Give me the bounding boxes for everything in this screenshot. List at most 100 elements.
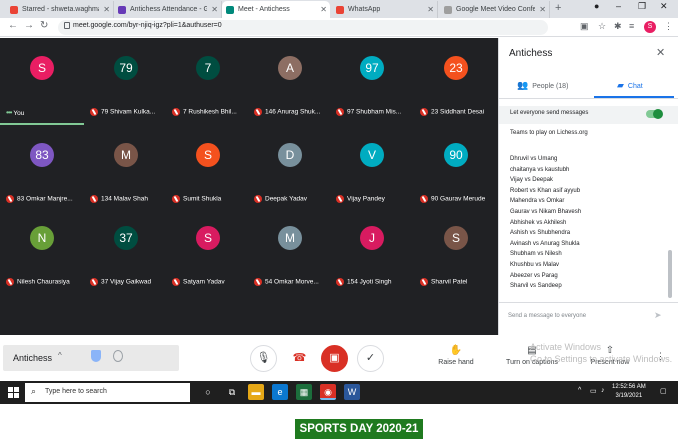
participant-name: 79 Shivam Kulka...: [101, 108, 156, 116]
match-list: Dhruvil vs Umang chaitanya vs kaustubh Vij…: [510, 154, 660, 292]
microphone-button[interactable]: 🎙: [250, 345, 277, 372]
notifications-icon[interactable]: ▢: [660, 387, 667, 395]
taskbar-clock[interactable]: 12:52:56 AM 3/19/2021: [612, 383, 646, 401]
word-icon[interactable]: W: [344, 384, 360, 400]
browser-tab-meet-video[interactable]: Google Meet Video Confere... ✕: [440, 1, 550, 18]
tab-chat[interactable]: ▰ Chat: [617, 80, 643, 91]
back-button[interactable]: ←: [8, 20, 18, 31]
raise-hand-button[interactable]: ✋ Raise hand: [436, 345, 476, 366]
mic-off-icon: [6, 195, 14, 203]
chat-line: Vijay vs Deepak: [510, 177, 553, 184]
meeting-details-chip[interactable]: Antichess ^: [3, 345, 179, 371]
participant-tile[interactable]: M 134 Malav Shah: [84, 133, 168, 223]
participant-tile[interactable]: V Vijay Pandey: [330, 133, 414, 223]
task-view-icon[interactable]: ⧉: [224, 384, 240, 400]
participant-avatar: V: [360, 143, 384, 167]
participant-name: You: [13, 110, 25, 117]
leave-call-button[interactable]: ☎: [286, 345, 313, 372]
participant-tile[interactable]: S Sumit Shukla: [166, 133, 250, 223]
tab-people[interactable]: 👥 People (18): [517, 80, 568, 91]
chat-heading: Teams to play on Lichess.org: [510, 130, 588, 136]
browser-tab-whatsapp[interactable]: WhatsApp ✕: [332, 1, 438, 18]
phone-hangup-icon: ☎: [292, 352, 307, 364]
file-explorer-icon[interactable]: ▬: [248, 384, 264, 400]
network-icon[interactable]: ▭: [590, 387, 597, 395]
chat-message-input[interactable]: Send a message to everyone: [508, 313, 586, 319]
participant-name-row: ••• You: [6, 108, 86, 117]
camera-blocked-icon[interactable]: ▣: [580, 21, 589, 32]
media-icon[interactable]: ≡: [629, 21, 634, 31]
taskbar-search-box[interactable]: ⌕ Type here to search: [25, 383, 190, 402]
browser-tab-attendance[interactable]: Antichess Attendance - Googl... ✕: [114, 1, 222, 18]
whatsapp-icon: [336, 6, 344, 14]
close-window-button[interactable]: ✕: [660, 1, 668, 12]
participant-tile[interactable]: D Deepak Yadav: [248, 133, 332, 223]
participant-avatar: S: [444, 226, 468, 250]
chevron-up-icon[interactable]: ^: [58, 351, 62, 360]
windows-start-icon[interactable]: [8, 387, 19, 398]
profile-avatar[interactable]: S: [644, 21, 656, 33]
allow-messages-toggle[interactable]: [646, 109, 663, 119]
chrome-icon[interactable]: ◉: [320, 384, 336, 400]
participant-name-row: 37 Vijay Gaikwad: [90, 278, 170, 286]
camera-off-button[interactable]: ▣: [321, 345, 348, 372]
people-icon[interactable]: [113, 350, 123, 362]
tray-chevron-icon[interactable]: ^: [578, 387, 581, 394]
url-field[interactable]: meet.google.com/byr-njiq-igz?pli=1&authu…: [58, 20, 548, 35]
browser-tab-gmail[interactable]: Starred - shweta.waghmare@... ✕: [6, 1, 114, 18]
cortana-icon[interactable]: ○: [200, 384, 216, 400]
participant-tile[interactable]: 97 97 Shubham Mis...: [330, 46, 414, 136]
maximize-button[interactable]: ❐: [638, 1, 646, 12]
browser-tab-meet[interactable]: Meet - Antichess ✕: [222, 1, 330, 18]
clock-time: 12:52:56 AM: [612, 384, 646, 390]
participant-name: Vijay Pandey: [347, 195, 385, 203]
participant-tile[interactable]: A 146 Anurag Shuk...: [248, 46, 332, 136]
extensions-icon[interactable]: ✱: [614, 21, 622, 32]
close-icon[interactable]: ✕: [320, 1, 327, 18]
close-icon[interactable]: ✕: [103, 1, 110, 18]
participant-tile[interactable]: 23 23 Siddhant Desai: [414, 46, 498, 136]
forward-button[interactable]: →: [24, 20, 34, 31]
participant-tile[interactable]: S Satyam Yadav: [166, 216, 250, 306]
chat-line: Shubham vs Nilesh: [510, 251, 562, 258]
participant-avatar: S: [196, 143, 220, 167]
participant-avatar: N: [30, 226, 54, 250]
participant-name-row: Deepak Yadav: [254, 195, 334, 203]
google-icon: [444, 6, 452, 14]
edge-icon[interactable]: e: [272, 384, 288, 400]
menu-icon[interactable]: ⋮: [664, 21, 673, 32]
participant-tile[interactable]: N Nilesh Chaurasiya: [0, 216, 84, 306]
participant-name: 54 Omkar Morve...: [265, 278, 319, 286]
bookmark-star-icon[interactable]: ☆: [598, 21, 606, 32]
volume-icon[interactable]: ♪: [601, 387, 605, 394]
participant-tile[interactable]: 79 79 Shivam Kulka...: [84, 46, 168, 136]
shield-icon[interactable]: [91, 350, 101, 362]
participant-avatar: D: [278, 143, 302, 167]
participant-tile[interactable]: J 154 Jyoti Singh: [330, 216, 414, 306]
close-icon[interactable]: ✕: [427, 1, 434, 18]
participant-name: 154 Jyoti Singh: [347, 278, 392, 286]
clock-date: 3/19/2021: [615, 393, 643, 399]
participant-tile[interactable]: 83 83 Omkar Manjre...: [0, 133, 84, 223]
participant-tile[interactable]: 90 90 Gaurav Merude: [414, 133, 498, 223]
divider: [499, 98, 678, 99]
participant-name-row: 154 Jyoti Singh: [336, 278, 416, 286]
participant-tile[interactable]: 7 7 Rushikesh Bhil...: [166, 46, 250, 136]
new-tab-button[interactable]: +: [555, 2, 561, 14]
participant-tile[interactable]: S Sharvil Patel: [414, 216, 498, 306]
participant-tile[interactable]: S ••• You: [0, 46, 84, 136]
gmail-icon: [10, 6, 18, 14]
close-icon[interactable]: ✕: [539, 1, 546, 18]
participant-tile[interactable]: 37 37 Vijay Gaikwad: [84, 216, 168, 306]
cursor-icon: ✓: [357, 345, 384, 372]
participant-name: 23 Siddhant Desai: [431, 108, 485, 116]
send-icon[interactable]: ➤: [654, 310, 662, 321]
minimize-button[interactable]: –: [616, 1, 621, 11]
tab-people-label: People (18): [532, 83, 569, 90]
chat-scrollbar[interactable]: [668, 250, 672, 298]
store-icon[interactable]: ▦: [296, 384, 312, 400]
participant-tile[interactable]: M 54 Omkar Morve...: [248, 216, 332, 306]
reload-button[interactable]: ↻: [40, 20, 48, 31]
close-panel-button[interactable]: ✕: [656, 46, 665, 59]
close-icon[interactable]: ✕: [211, 1, 218, 18]
